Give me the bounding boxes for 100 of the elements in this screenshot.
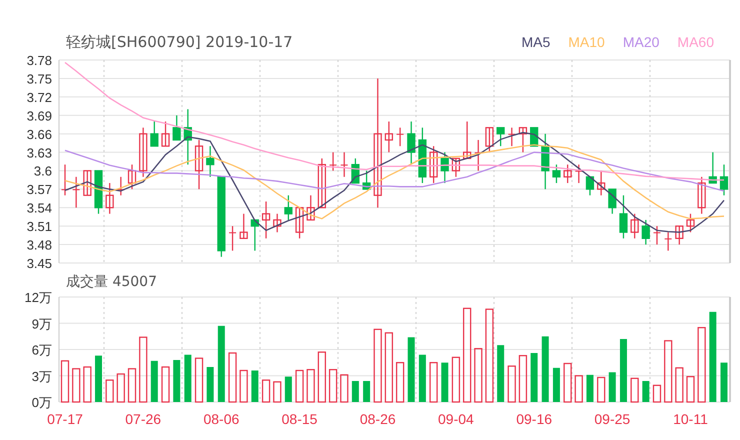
candlestick xyxy=(653,226,660,245)
candlestick xyxy=(440,152,449,184)
candlestick xyxy=(240,214,248,239)
candlestick xyxy=(306,195,315,221)
volume-bar xyxy=(251,370,258,402)
candlestick xyxy=(194,140,204,190)
axis-label: 3.6 xyxy=(34,164,52,179)
volume-bar xyxy=(306,369,315,403)
candlestick xyxy=(172,115,181,141)
volume-bar xyxy=(340,374,348,403)
candlestick xyxy=(586,176,594,196)
candlestick xyxy=(128,164,136,190)
candlestick xyxy=(284,195,292,220)
volume-bar xyxy=(497,345,504,402)
volume-bar xyxy=(284,376,292,402)
volume-bar xyxy=(686,376,695,403)
volume-bar xyxy=(139,336,148,403)
axis-label: 3.45 xyxy=(26,256,52,271)
candlestick xyxy=(72,176,80,208)
candlestick xyxy=(564,164,572,184)
candlestick xyxy=(541,134,550,190)
axis-label: 9万 xyxy=(32,316,52,332)
volume-bar xyxy=(430,362,438,403)
candlestick xyxy=(664,232,672,251)
volume-bar xyxy=(642,381,650,402)
legend-label: MA60 xyxy=(677,33,714,52)
volume-bar xyxy=(552,368,560,402)
candlestick xyxy=(430,146,438,184)
candlestick xyxy=(117,176,124,196)
candlestick xyxy=(62,164,68,196)
candlestick xyxy=(485,127,494,152)
volume-bar xyxy=(542,336,549,402)
candlestick xyxy=(229,226,236,251)
candlestick xyxy=(318,158,326,208)
axis-label: 3.78 xyxy=(26,54,52,68)
axis-label: 3.57 xyxy=(26,182,52,198)
volume-bar xyxy=(363,381,370,402)
volume-bar xyxy=(620,339,627,402)
axis-label: 12万 xyxy=(24,292,52,305)
volume-bar xyxy=(328,369,338,403)
candlestick xyxy=(407,122,416,165)
candlestick xyxy=(139,128,148,177)
volume-bar xyxy=(508,366,516,403)
volume-bar xyxy=(128,368,136,403)
candlestick xyxy=(630,214,639,238)
candlestick xyxy=(698,176,706,214)
axis-label: 07-17 xyxy=(47,411,83,427)
axis-label: 3万 xyxy=(32,368,52,384)
volume-bar xyxy=(597,376,606,403)
legend-label: MA5 xyxy=(521,33,550,52)
candlestick xyxy=(418,128,427,184)
candlestick xyxy=(83,170,92,196)
volume-bar xyxy=(452,356,460,403)
volume-bar xyxy=(184,354,192,402)
volume-bar xyxy=(95,356,102,402)
legend-label: MA10 xyxy=(568,33,605,52)
volume-bar xyxy=(652,384,662,403)
candlestick xyxy=(518,127,528,152)
volume-bar xyxy=(262,380,270,403)
candlestick xyxy=(686,214,695,232)
volume-bar xyxy=(418,354,426,402)
candlestick xyxy=(463,122,472,160)
axis-label: 08-15 xyxy=(282,411,318,427)
candlestick xyxy=(295,207,304,238)
volume-bar xyxy=(295,370,304,403)
volume-bar xyxy=(106,380,114,403)
volume-bar xyxy=(83,366,92,403)
axis-label: 09-25 xyxy=(594,411,630,427)
volume-bar xyxy=(206,367,214,402)
candlestick xyxy=(161,122,170,147)
volume-bar xyxy=(116,373,125,403)
volume-bar xyxy=(518,355,528,403)
candlestick xyxy=(150,122,158,147)
volume-bar xyxy=(408,337,415,402)
volume-bar xyxy=(150,360,158,402)
legend-label: MA20 xyxy=(622,33,660,52)
candlestick xyxy=(340,152,348,177)
volume-bar xyxy=(574,375,583,403)
volume-bar xyxy=(630,378,639,403)
axis-label: 08-26 xyxy=(360,411,396,427)
candlestick xyxy=(250,219,259,251)
volume-bar xyxy=(173,360,180,402)
chart-title: 成交量 45007 xyxy=(66,272,157,292)
axis-label: 07-26 xyxy=(125,411,162,427)
candlestick xyxy=(362,170,371,190)
candlestick xyxy=(184,109,192,165)
volume-bar xyxy=(564,362,572,403)
candlestick xyxy=(452,158,460,177)
candlestick xyxy=(396,128,404,146)
axis-label: 3.48 xyxy=(26,238,52,253)
volume-bar xyxy=(720,362,728,402)
volume-bar xyxy=(474,348,482,403)
volume-bar xyxy=(664,340,672,403)
axis-label: 09-16 xyxy=(516,411,552,427)
axis-label: 3.69 xyxy=(26,108,52,124)
volume-bar xyxy=(396,362,404,403)
candlestick xyxy=(552,164,561,184)
volume-bar xyxy=(530,353,538,402)
candlestick xyxy=(708,152,717,184)
candlestick xyxy=(508,128,516,146)
